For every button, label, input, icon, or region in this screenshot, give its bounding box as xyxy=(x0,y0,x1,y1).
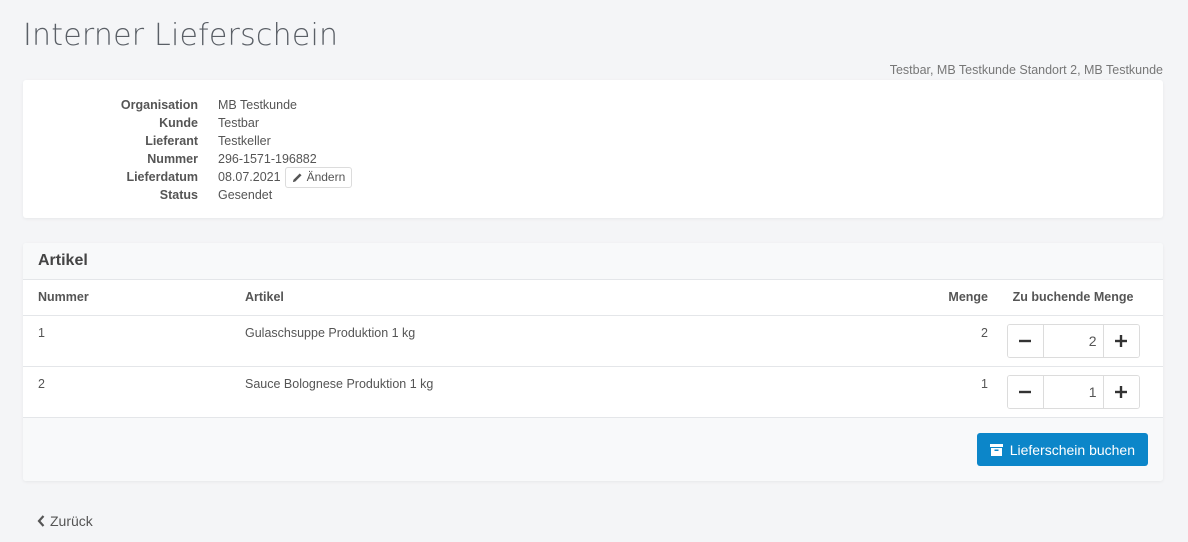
increment-button[interactable] xyxy=(1102,324,1139,357)
decrement-button[interactable] xyxy=(1007,375,1044,408)
decrement-button[interactable] xyxy=(1007,324,1044,357)
cell-number: 2 xyxy=(23,366,245,418)
info-value-nummer: 296-1571-196882 xyxy=(218,152,317,166)
info-label-organisation: Organisation xyxy=(120,98,198,112)
articles-header: Artikel xyxy=(23,243,1163,280)
quantity-input[interactable] xyxy=(1043,324,1103,357)
table-header-row: Nummer Artikel Menge Zu buchende Menge xyxy=(23,280,1163,316)
table-row: 1 Gulaschsuppe Produktion 1 kg 2 xyxy=(23,315,1163,367)
info-value-lieferdatum-row: 08.07.2021 Ändern xyxy=(218,166,353,188)
info-label-kunde: Kunde xyxy=(159,116,198,130)
column-header-number: Nummer xyxy=(23,280,245,316)
cell-to-book xyxy=(998,315,1163,367)
page-title: Interner Lieferschein xyxy=(23,18,339,53)
change-date-button[interactable]: Ändern xyxy=(284,166,353,188)
table-row: 2 Sauce Bolognese Produktion 1 kg 1 xyxy=(23,366,1163,418)
quantity-stepper xyxy=(1006,374,1140,409)
info-value-lieferdatum: 08.07.2021 xyxy=(218,170,281,184)
plus-icon xyxy=(1115,385,1127,398)
cell-quantity: 2 xyxy=(898,315,998,367)
quantity-stepper xyxy=(1006,323,1140,358)
book-delivery-note-button[interactable]: Lieferschein buchen xyxy=(976,433,1148,466)
column-header-to-book: Zu buchende Menge xyxy=(998,280,1163,316)
info-label-status: Status xyxy=(159,188,198,202)
column-header-article: Artikel xyxy=(245,280,898,316)
increment-button[interactable] xyxy=(1102,375,1139,408)
articles-table: Nummer Artikel Menge Zu buchende Menge 1… xyxy=(23,280,1163,418)
context-breadcrumb: Testbar, MB Testkunde Standort 2, MB Tes… xyxy=(889,63,1163,77)
info-value-kunde: Testbar xyxy=(218,116,259,130)
info-value-lieferant: Testkeller xyxy=(218,134,271,148)
articles-card: Artikel Nummer Artikel Menge Zu buchende… xyxy=(23,243,1163,481)
quantity-input[interactable] xyxy=(1043,375,1103,408)
info-card: Organisation MB Testkunde Kunde Testbar … xyxy=(23,80,1163,218)
articles-footer: Lieferschein buchen xyxy=(23,418,1163,481)
cell-to-book xyxy=(998,366,1163,418)
info-label-nummer: Nummer xyxy=(147,152,198,166)
chevron-left-icon xyxy=(37,515,45,527)
minus-icon xyxy=(1019,390,1031,393)
plus-icon xyxy=(1115,334,1127,347)
info-value-organisation: MB Testkunde xyxy=(218,98,297,112)
change-date-label: Ändern xyxy=(306,170,346,184)
pencil-icon xyxy=(292,172,302,182)
info-grid: Organisation MB Testkunde Kunde Testbar … xyxy=(23,96,353,204)
column-header-quantity: Menge xyxy=(898,280,998,316)
articles-title: Artikel xyxy=(38,252,88,269)
info-label-lieferdatum: Lieferdatum xyxy=(126,170,198,184)
info-value-status: Gesendet xyxy=(218,188,273,202)
box-icon xyxy=(989,443,1003,456)
cell-article: Sauce Bolognese Produktion 1 kg xyxy=(245,366,898,418)
cell-article: Gulaschsuppe Produktion 1 kg xyxy=(245,315,898,367)
cell-number: 1 xyxy=(23,315,245,367)
book-delivery-note-label: Lieferschein buchen xyxy=(1009,441,1135,458)
minus-icon xyxy=(1019,339,1031,342)
info-label-lieferant: Lieferant xyxy=(145,134,198,148)
cell-quantity: 1 xyxy=(898,366,998,418)
back-label: Zurück xyxy=(50,513,93,529)
back-link[interactable]: Zurück xyxy=(37,513,93,529)
